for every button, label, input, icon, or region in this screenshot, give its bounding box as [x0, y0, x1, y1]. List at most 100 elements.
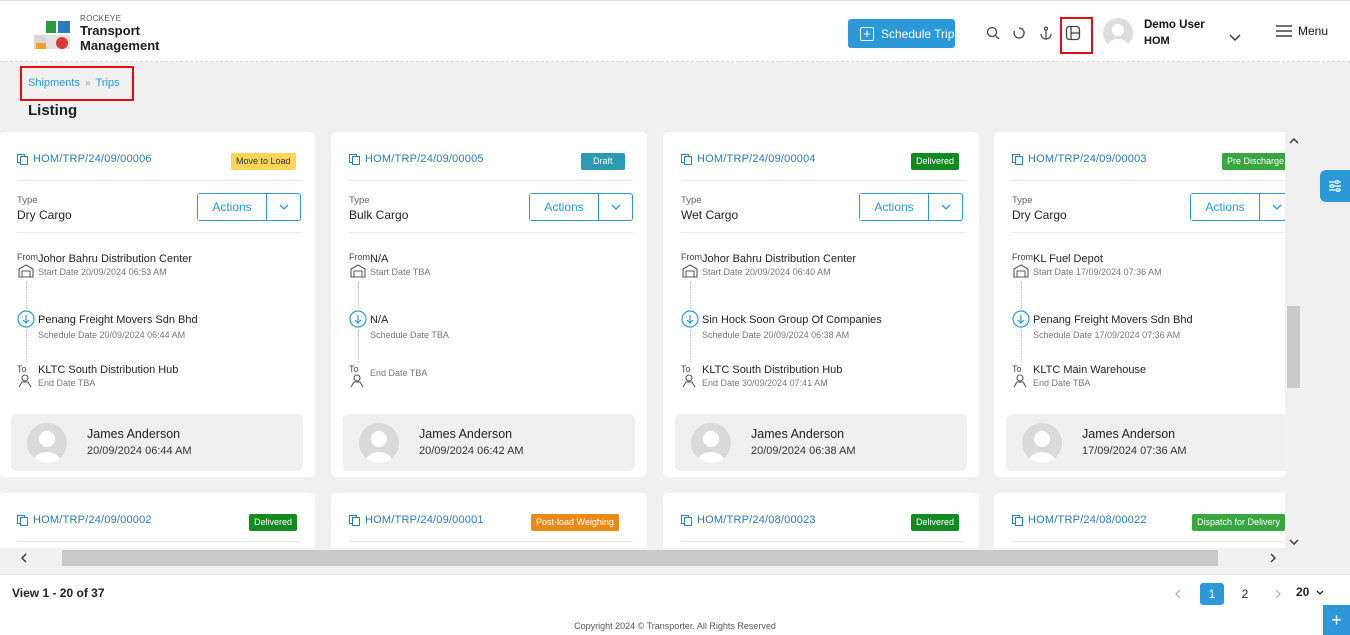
from-location: N/A	[370, 253, 389, 265]
from-label: From	[17, 252, 38, 262]
person-icon	[682, 374, 696, 388]
driver-box: James Anderson 20/09/2024 06:38 AM	[675, 414, 967, 471]
status-badge: Delivered	[249, 514, 298, 531]
status-badge: Draft	[581, 153, 625, 170]
scroll-down-icon[interactable]	[1289, 535, 1299, 549]
cargo-type: Dry Cargo	[17, 208, 72, 222]
vertical-scroll-thumb[interactable]	[1287, 306, 1300, 388]
from-location: Johor Bahru Distribution Center	[702, 253, 857, 265]
breadcrumb-trips[interactable]: Trips	[96, 77, 120, 89]
per-page-value: 20	[1296, 585, 1310, 599]
to-label: To	[17, 364, 27, 374]
chevron-down-icon	[1272, 204, 1281, 210]
trip-id-link[interactable]: HOM/TRP/24/08/00022	[1012, 514, 1147, 526]
schedule-trip-button[interactable]: + Schedule Trip	[848, 19, 955, 48]
page-button-2[interactable]: 2	[1233, 583, 1257, 605]
end-date: End Date 30/09/2024 07:41 AM	[702, 378, 828, 388]
trip-id-link[interactable]: HOM/TRP/24/09/00005	[349, 153, 484, 165]
actions-button[interactable]: Actions	[198, 194, 266, 220]
add-button[interactable]: +	[1323, 605, 1350, 635]
scroll-left-icon[interactable]	[20, 552, 27, 566]
driver-avatar	[691, 423, 731, 463]
driver-box: James Anderson 20/09/2024 06:42 AM	[343, 414, 635, 471]
actions-button[interactable]: Actions	[860, 194, 928, 220]
schedule-date: Schedule Date 17/09/2024 07:36 AM	[1033, 330, 1181, 340]
trip-id-link[interactable]: HOM/TRP/24/09/00004	[681, 153, 816, 165]
schedule-date: Schedule Date 20/09/2024 06:44 AM	[38, 330, 186, 340]
chevron-down-icon	[1316, 590, 1324, 595]
arrow-down-circle-icon	[17, 310, 35, 328]
cargo-type: Wet Cargo	[681, 208, 739, 222]
user-org: HOM	[1144, 35, 1170, 47]
trip-card-grid: HOM/TRP/24/09/00006 Move to Load Type Dr…	[0, 130, 1285, 548]
to-location: KLTC Main Warehouse	[1033, 364, 1147, 376]
trip-id-link[interactable]: HOM/TRP/24/09/00002	[17, 514, 152, 526]
actions-group: Actions	[197, 193, 301, 221]
next-page-button[interactable]	[1266, 583, 1290, 605]
page-button-1[interactable]: 1	[1200, 583, 1224, 605]
horizontal-scroll-thumb[interactable]	[62, 550, 1218, 566]
brand-line-1: Transport	[80, 23, 140, 38]
trip-id: HOM/TRP/24/08/00022	[1028, 514, 1147, 526]
arrow-down-circle-icon	[681, 310, 699, 328]
trip-card: HOM/TRP/24/09/00001 Post-load Weighing	[331, 493, 647, 548]
chevron-down-icon	[611, 204, 620, 210]
actions-button[interactable]: Actions	[530, 194, 598, 220]
chevron-right-icon	[1275, 589, 1281, 599]
actions-group: Actions	[529, 193, 633, 221]
filter-settings-button[interactable]	[1320, 170, 1350, 202]
to-label: To	[349, 364, 359, 374]
actions-dropdown-toggle[interactable]	[266, 194, 300, 220]
copy-icon	[17, 153, 28, 165]
cargo-type: Bulk Cargo	[349, 208, 409, 222]
chevron-down-icon	[941, 204, 950, 210]
actions-dropdown-toggle[interactable]	[1259, 194, 1285, 220]
prev-page-button[interactable]	[1166, 583, 1190, 605]
trip-id-link[interactable]: HOM/TRP/24/09/00001	[349, 514, 484, 526]
refresh-icon[interactable]	[1010, 24, 1028, 42]
status-badge: Post-load Weighing	[531, 514, 619, 531]
plus-icon: +	[1331, 609, 1342, 630]
breadcrumb-separator: »	[84, 77, 91, 89]
breadcrumb-shipments[interactable]: Shipments	[28, 77, 80, 89]
trip-id-link[interactable]: HOM/TRP/24/08/00023	[681, 514, 816, 526]
user-name: Demo User	[1144, 19, 1205, 31]
menu-button[interactable]: Menu	[1276, 24, 1328, 38]
search-icon[interactable]	[984, 24, 1002, 42]
scroll-up-icon[interactable]	[1289, 133, 1299, 147]
warehouse-icon	[1013, 264, 1029, 278]
copy-icon	[681, 153, 692, 165]
status-badge: Pre Discharge	[1222, 153, 1285, 170]
menu-label: Menu	[1298, 24, 1329, 38]
end-date: End Date TBA	[370, 368, 428, 378]
copy-icon	[17, 514, 28, 526]
page-title: Listing	[28, 102, 78, 119]
status-badge: Move to Load	[231, 153, 296, 170]
top-header: ROCKEYE Transport Management + Schedule …	[0, 0, 1350, 62]
actions-dropdown-toggle[interactable]	[598, 194, 632, 220]
cargo-type: Dry Cargo	[1012, 208, 1067, 222]
per-page-select[interactable]: 20	[1296, 585, 1324, 599]
actions-group: Actions	[1190, 193, 1285, 221]
chevron-down-icon[interactable]	[1229, 29, 1241, 47]
anchor-icon[interactable]	[1037, 24, 1055, 42]
sliders-icon	[1329, 180, 1341, 192]
via-location: Penang Freight Movers Sdn Bhd	[1033, 314, 1193, 326]
driver-box: James Anderson 17/09/2024 07:36 AM	[1006, 414, 1285, 471]
actions-dropdown-toggle[interactable]	[928, 194, 962, 220]
scroll-right-icon[interactable]	[1270, 552, 1277, 566]
end-date: End Date TBA	[38, 378, 96, 388]
trip-id-link[interactable]: HOM/TRP/24/09/00006	[17, 153, 152, 165]
user-avatar[interactable]	[1103, 18, 1133, 48]
hamburger-icon	[1276, 25, 1292, 37]
driver-name: James Anderson	[87, 427, 181, 441]
driver-avatar	[1022, 423, 1062, 463]
person-icon	[350, 374, 364, 388]
highlight-layout-icon	[1060, 17, 1093, 54]
pagination-bar	[0, 574, 1350, 614]
warehouse-icon	[682, 264, 698, 278]
trip-id: HOM/TRP/24/09/00004	[697, 153, 816, 165]
type-label: Type	[17, 195, 38, 206]
actions-button[interactable]: Actions	[1191, 194, 1259, 220]
trip-id-link[interactable]: HOM/TRP/24/09/00003	[1012, 153, 1147, 165]
